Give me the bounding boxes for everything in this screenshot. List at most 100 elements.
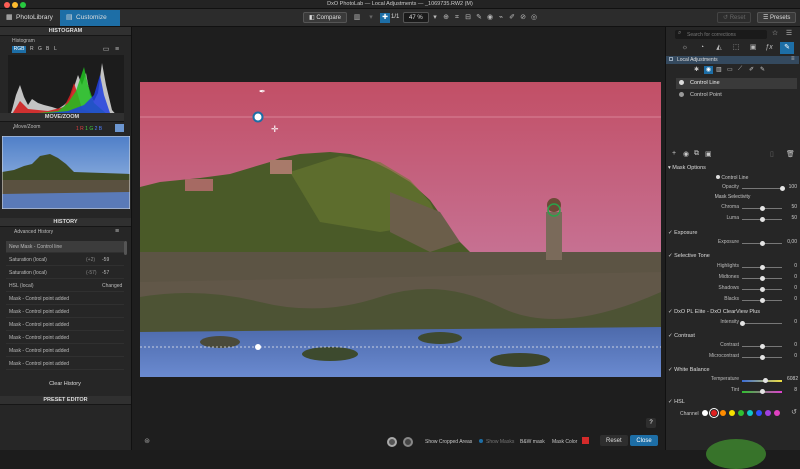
tint-value[interactable]: 8 xyxy=(787,387,797,393)
local-adjustments-palette-icon[interactable]: ✎ xyxy=(780,42,794,54)
contrast-knob[interactable] xyxy=(759,344,765,349)
intensity-slider[interactable]: Intensity 0 xyxy=(666,318,799,328)
intensity-value[interactable]: 0 xyxy=(787,319,797,325)
midtones-value[interactable]: 0 xyxy=(787,274,797,280)
luma-value[interactable]: 50 xyxy=(787,215,797,221)
shadows-knob[interactable] xyxy=(759,287,765,292)
horizon-icon[interactable]: ⊟ xyxy=(463,13,473,23)
opacity-track[interactable] xyxy=(742,188,782,189)
close-local-button[interactable]: Close xyxy=(630,435,658,446)
mask-edit-icon[interactable]: ▣ xyxy=(705,150,712,158)
microcontrast-slider[interactable]: Microcontrast 0 xyxy=(666,352,799,362)
tab-photolibrary[interactable]: ▦ PhotoLibrary xyxy=(0,10,60,26)
blacks-slider[interactable]: Blacks 0 xyxy=(666,295,799,305)
chroma-value[interactable]: 50 xyxy=(787,204,797,210)
hsl-reset-icon[interactable]: ↺ xyxy=(789,408,799,418)
history-row[interactable]: Mask - Control point added xyxy=(6,358,124,370)
watermark-palette-icon[interactable]: ▣ xyxy=(748,43,758,53)
delete-mask-icon[interactable]: 🗑 xyxy=(786,150,795,158)
mask-mode-radio[interactable] xyxy=(716,175,720,179)
show-cropped-areas[interactable]: Show Cropped Areas xyxy=(425,439,472,445)
control-line-tool-icon[interactable]: ⟋ xyxy=(738,66,742,73)
chroma-slider[interactable]: Chroma 50 xyxy=(666,203,799,213)
history-row[interactable]: Mask - Control point added xyxy=(6,332,124,344)
chroma-knob[interactable] xyxy=(759,206,765,211)
search-input[interactable]: ⌕ Search for corrections xyxy=(675,30,767,39)
history-header[interactable]: HISTORY xyxy=(0,218,131,227)
reset-local-button[interactable]: Reset xyxy=(600,435,628,446)
mask-item-control-point[interactable]: Control Point xyxy=(676,90,797,101)
image-viewer[interactable]: ✒ ✛ ? xyxy=(132,27,665,450)
ratio-readout[interactable]: 1/1 xyxy=(391,14,399,20)
history-row[interactable]: HSL (local) Changed xyxy=(6,280,124,292)
zoom-field[interactable]: 47 % xyxy=(403,12,429,23)
geometry-palette-icon[interactable]: ⬚ xyxy=(731,43,741,53)
photo-canvas[interactable] xyxy=(140,82,661,377)
reset-button[interactable]: ↺ Reset xyxy=(717,12,752,23)
show-masks-dot[interactable] xyxy=(479,439,483,443)
tint-slider[interactable]: Tint 8 xyxy=(666,386,799,396)
hsl-channel-swatch[interactable] xyxy=(702,410,708,416)
highlights-slider[interactable]: Highlights 0 xyxy=(666,262,799,272)
exposure-section[interactable]: ✓ Exposure xyxy=(668,229,798,238)
luma-knob[interactable] xyxy=(759,217,765,222)
presets-button[interactable]: ☰ Presets xyxy=(757,12,797,23)
channel-rgb[interactable]: RGB xyxy=(12,46,26,53)
split-view-icon[interactable]: ▥ xyxy=(352,13,362,23)
mask-color-swatch[interactable] xyxy=(582,437,589,444)
history-row[interactable]: Mask - Control point added xyxy=(6,345,124,357)
light-palette-icon[interactable]: ☼ xyxy=(680,43,690,53)
show-masks[interactable]: Show Masks xyxy=(486,439,514,445)
show-controls-toggle-icon[interactable] xyxy=(403,437,413,447)
star-icon[interactable]: ☆ xyxy=(770,29,780,39)
duplicate-mask-icon[interactable]: ⧉ xyxy=(694,150,699,158)
hsl-color-wheel[interactable] xyxy=(706,439,766,469)
microcontrast-knob[interactable] xyxy=(759,355,765,360)
exposure-slider[interactable]: Exposure 0,00 xyxy=(666,238,799,248)
exposure-knob[interactable] xyxy=(759,241,765,246)
hsl-channel-swatch[interactable] xyxy=(729,410,735,416)
mask-options-section[interactable]: ▾ Mask Options xyxy=(668,164,798,173)
movezoom-header[interactable]: MOVE/ZOOM xyxy=(0,113,124,122)
eyedropper-icon[interactable]: ⊘ xyxy=(518,13,528,23)
channel-l[interactable]: L xyxy=(54,46,57,52)
history-row[interactable]: New Mask - Control line xyxy=(6,241,124,253)
luma-slider[interactable]: Luma 50 xyxy=(666,214,799,224)
settings-icon[interactable]: ⊛ xyxy=(142,437,152,447)
control-point-tool-icon[interactable]: ◉ xyxy=(704,66,713,74)
local-adjustments-icon[interactable]: ⌁ xyxy=(496,13,506,23)
blacks-value[interactable]: 0 xyxy=(787,296,797,302)
shadows-value[interactable]: 0 xyxy=(787,285,797,291)
tint-knob[interactable] xyxy=(760,389,766,394)
auto-mask-icon[interactable]: ✱ xyxy=(694,66,699,73)
midtones-knob[interactable] xyxy=(759,276,765,281)
eraser-tool-icon[interactable]: ▭ xyxy=(727,66,733,73)
hsl-section[interactable]: ✓ HSL xyxy=(668,398,798,407)
contrast-value[interactable]: 0 xyxy=(787,342,797,348)
brush-icon[interactable]: ✐ xyxy=(507,13,517,23)
tab-customize[interactable]: ▤ Customize xyxy=(60,10,120,26)
compare-button[interactable]: ◧ Compare xyxy=(303,12,348,23)
opacity-knob[interactable] xyxy=(779,186,785,191)
temperature-knob[interactable] xyxy=(762,378,768,383)
history-options-icon[interactable]: ≡ xyxy=(112,227,122,237)
brush-tool-icon[interactable]: ✐ xyxy=(749,66,754,73)
fit-crosshair-icon[interactable]: ✚ xyxy=(380,13,390,23)
temperature-value[interactable]: 6082 xyxy=(787,376,798,382)
mask-visible-icon[interactable] xyxy=(679,92,684,97)
history-scrollbar[interactable] xyxy=(124,241,127,255)
opacity-value[interactable]: 100 xyxy=(787,184,797,190)
blacks-knob[interactable] xyxy=(759,298,765,303)
local-adjustments-menu-icon[interactable]: ≡ xyxy=(791,56,795,62)
contrast-section[interactable]: ✓ Contrast xyxy=(668,332,798,341)
channel-g[interactable]: G xyxy=(38,46,42,52)
show-mask-toggle-icon[interactable] xyxy=(387,437,397,447)
white-balance-section[interactable]: ✓ White Balance xyxy=(668,366,798,375)
history-row[interactable]: Mask - Control point added xyxy=(6,306,124,318)
hsl-channel-swatch[interactable] xyxy=(738,410,744,416)
hsl-channel-swatch[interactable] xyxy=(747,410,753,416)
hsl-channel-swatch[interactable] xyxy=(765,410,771,416)
intensity-track[interactable] xyxy=(742,323,782,324)
navigator-thumbnail[interactable] xyxy=(2,136,130,209)
hsl-channel-swatch[interactable] xyxy=(774,410,780,416)
